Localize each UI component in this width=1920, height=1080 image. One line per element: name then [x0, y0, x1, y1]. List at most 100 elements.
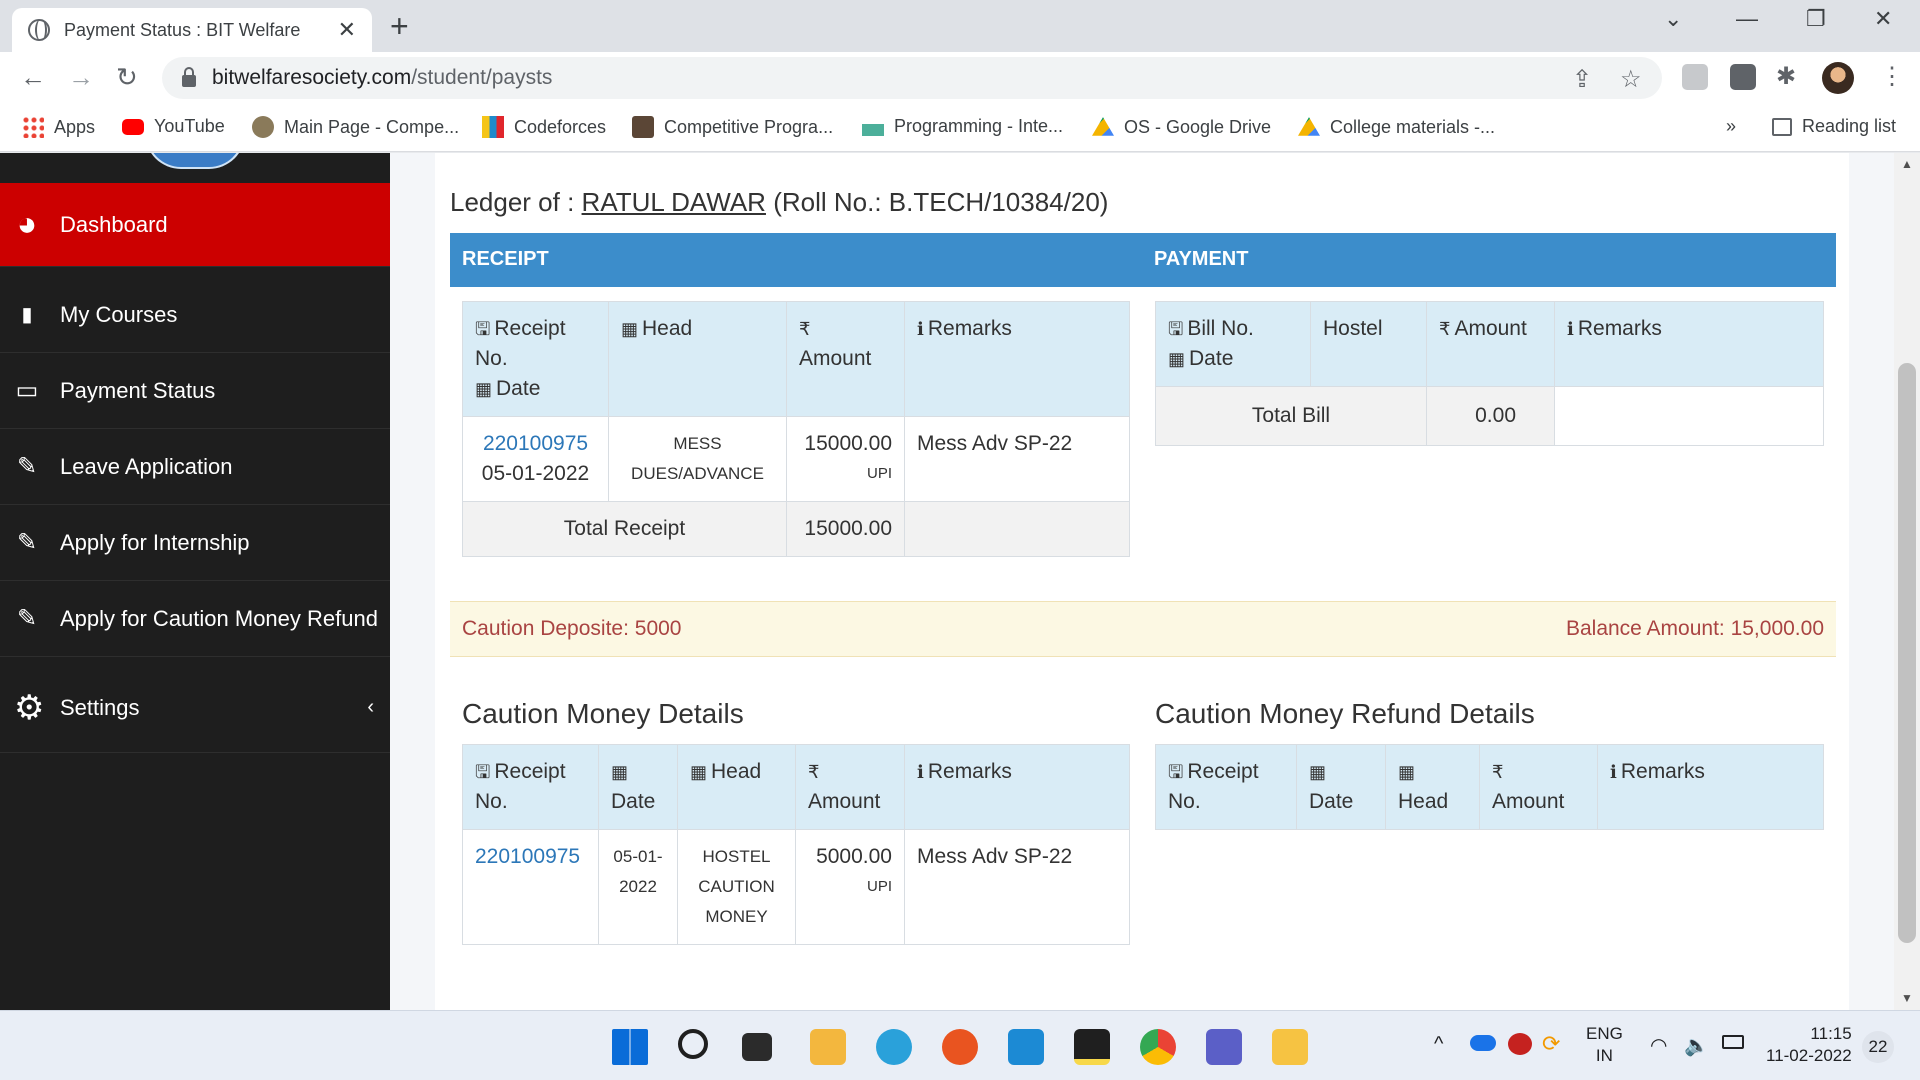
scrollbar-thumb[interactable] [1898, 363, 1916, 943]
share-icon[interactable]: ⇪ [1572, 65, 1592, 94]
search-icon[interactable] [678, 1029, 708, 1059]
balance-amount-text: Balance Amount: 15,000.00 [1565, 617, 1824, 640]
sidebar-item-label: Apply for Caution Money Refund [60, 605, 378, 631]
wifi-icon[interactable]: ◠ [1650, 1033, 1667, 1058]
browser-toolbar: ← → ↻ bitwelfaresociety.com/student/pays… [0, 52, 1920, 104]
sidebar-item-dashboard[interactable]: ◕ Dashboard [0, 183, 390, 267]
bookmark-os-drive[interactable]: OS - Google Drive [1092, 116, 1271, 138]
minimize-button[interactable]: — [1736, 6, 1758, 32]
scroll-up-arrow[interactable]: ▲ [1901, 157, 1913, 171]
clock[interactable]: 11:15 11-02-2022 [1766, 1023, 1852, 1067]
bookmark-college[interactable]: College materials -... [1298, 116, 1495, 138]
windows-start-icon[interactable] [612, 1029, 648, 1065]
notification-badge[interactable]: 22 [1862, 1031, 1894, 1063]
info-icon: ℹ [917, 319, 924, 339]
chevron-up-icon[interactable]: ^ [1434, 1033, 1443, 1056]
bookmark-competitive[interactable]: Competitive Progra... [632, 116, 833, 138]
new-tab-button[interactable]: + [390, 8, 409, 45]
close-tab-icon[interactable]: ✕ [338, 17, 356, 43]
remarks-cell: Mess Adv SP-22 [904, 416, 1130, 502]
column-header: 🖫 Receipt No. [462, 744, 599, 830]
sidebar-item-label: Dashboard [60, 211, 168, 237]
scroll-down-arrow[interactable]: ▼ [1901, 991, 1913, 1005]
sidebar-item-apply-internship[interactable]: ✎ Apply for Internship [0, 505, 390, 581]
sticky-notes-icon[interactable] [1074, 1029, 1110, 1065]
restore-button[interactable]: ❐ [1806, 6, 1826, 32]
ubuntu-icon[interactable] [942, 1029, 978, 1065]
address-bar[interactable]: bitwelfaresociety.com/student/paysts ⇪ ☆ [162, 57, 1662, 99]
reading-list-button[interactable]: Reading list [1772, 116, 1896, 137]
task-view-icon[interactable] [742, 1033, 772, 1061]
onedrive-icon[interactable] [1470, 1035, 1496, 1051]
forward-button[interactable]: → [68, 62, 94, 93]
reload-button[interactable]: ↻ [116, 62, 138, 93]
column-header: ₹ Amount [786, 301, 905, 417]
save-icon: 🖫 [1168, 762, 1184, 782]
column-header: ▦ Head [608, 301, 787, 417]
folder-icon[interactable] [1272, 1029, 1308, 1065]
vscode-icon[interactable] [1008, 1029, 1044, 1065]
info-icon: ℹ [917, 762, 924, 782]
windows-taskbar: ^ ⟳ ENG IN ◠ 🔈 11:15 11-02-2022 22 [0, 1010, 1920, 1080]
receipt-number-link[interactable]: 220100975 05-01-2022 [462, 416, 609, 502]
youtube-icon [122, 118, 144, 135]
battery-icon[interactable] [1722, 1035, 1744, 1049]
tab-search-icon[interactable]: ⌄ [1664, 6, 1682, 32]
more-bookmarks-button[interactable]: » [1726, 116, 1736, 137]
sidebar-item-caution-refund[interactable]: ✎ Apply for Caution Money Refund [0, 581, 390, 657]
page-scrollbar[interactable]: ▲ ▼ [1894, 153, 1920, 1010]
file-icon: ▮ [21, 304, 33, 326]
sync-icon[interactable]: ⟳ [1542, 1031, 1560, 1057]
payment-heading: PAYMENT [1154, 248, 1249, 270]
bookmark-youtube[interactable]: YouTube [122, 116, 225, 137]
refund-details-title: Caution Money Refund Details [1155, 698, 1535, 729]
column-header: ℹ Remarks [1597, 744, 1824, 830]
column-header: ℹ Remarks [904, 744, 1130, 830]
bookmark-main-page[interactable]: Main Page - Compe... [252, 116, 459, 138]
receipt-number-link[interactable]: 220100975 [462, 829, 599, 945]
calendar-icon: ▦ [690, 762, 708, 782]
profile-avatar[interactable] [1822, 62, 1854, 94]
column-header: ₹ Amount [1479, 744, 1598, 830]
extension-icon[interactable] [1682, 64, 1708, 90]
sidebar-item-leave-application[interactable]: ✎ Leave Application [0, 429, 390, 505]
total-value: 0.00 [1426, 386, 1555, 446]
cloud-error-icon[interactable] [1508, 1033, 1532, 1055]
chrome-icon[interactable] [1140, 1029, 1176, 1065]
extension-icon[interactable] [1730, 64, 1756, 90]
calendar-icon: ▦ [611, 762, 629, 782]
bookmark-programming[interactable]: Programming - Inte... [862, 116, 1063, 137]
receipt-table: 🖫 Receipt No. ▦ Date ▦ Head ₹ Amount ℹ Remarks… [462, 301, 1130, 557]
sidebar-item-label: Leave Application [60, 453, 233, 479]
table-header-row: 🖫 Receipt No. ▦ Date ▦ Head ₹ Amount ℹ Remarks [462, 301, 1130, 417]
dashboard-icon: ◕ [16, 205, 38, 243]
browser-tab[interactable]: Payment Status : BIT Welfare ✕ [12, 8, 372, 52]
menu-icon[interactable]: ⋮ [1880, 62, 1904, 91]
rupee-icon: ₹ [1492, 762, 1504, 782]
calendar-icon: ▦ [1168, 349, 1186, 369]
total-value: 15000.00 [786, 501, 905, 557]
teams-icon[interactable] [1206, 1029, 1242, 1065]
puzzle-icon[interactable]: ✱ [1776, 62, 1796, 91]
save-icon: 🖫 [1168, 319, 1184, 339]
bookmark-apps[interactable]: Apps [22, 116, 95, 138]
sidebar-item-settings[interactable]: ⚙ Settings ‹ [0, 663, 390, 753]
language-indicator[interactable]: ENG IN [1586, 1023, 1623, 1067]
url-text: bitwelfaresociety.com/student/paysts [212, 66, 553, 89]
bookmark-star-icon[interactable]: ☆ [1620, 65, 1642, 94]
chevron-left-icon[interactable]: ‹ [367, 696, 374, 719]
back-button[interactable]: ← [20, 62, 46, 93]
sidebar-item-label: Apply for Internship [60, 529, 250, 555]
remarks-cell: Mess Adv SP-22 [904, 829, 1130, 945]
sidebar-item-my-courses[interactable]: ▮ My Courses [0, 277, 390, 353]
google-drive-icon [1298, 117, 1320, 136]
close-window-button[interactable]: ✕ [1874, 6, 1892, 32]
telegram-icon[interactable] [876, 1029, 912, 1065]
file-explorer-icon[interactable] [810, 1029, 846, 1065]
refund-table: 🖫 Receipt No. ▦ Date ▦ Head ₹ Amount ℹ Remark… [1155, 744, 1824, 830]
volume-icon[interactable]: 🔈 [1684, 1033, 1709, 1058]
sidebar-item-payment-status[interactable]: ▭ Payment Status [0, 353, 390, 429]
rupee-icon: ₹ [808, 762, 820, 782]
page: ◕ Dashboard ▮ My Courses ▭ Payment Statu… [0, 153, 1920, 1010]
bookmark-codeforces[interactable]: Codeforces [482, 116, 606, 138]
